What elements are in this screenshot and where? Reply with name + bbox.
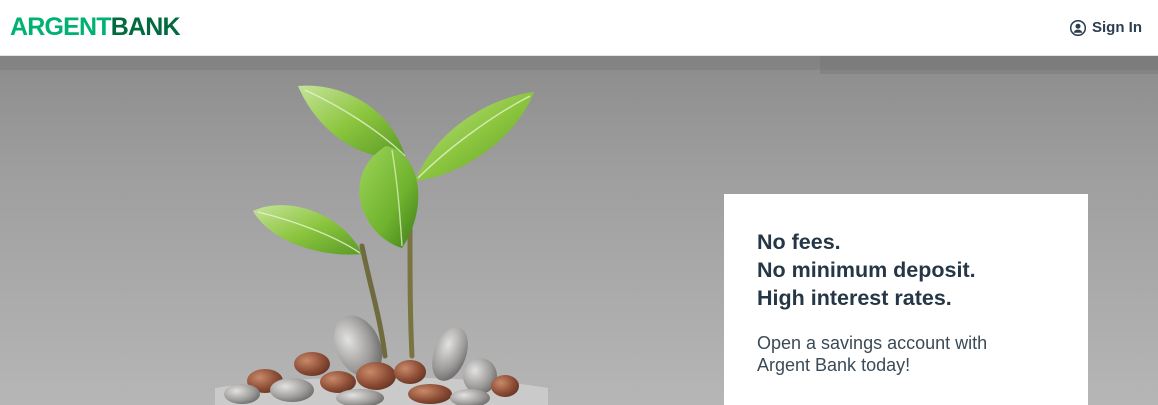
hero-banner: No fees. No minimum deposit. High intere… (0, 56, 1158, 405)
sign-in-link[interactable]: Sign In (1070, 19, 1142, 36)
argent-bank-logo[interactable]: ARGENT BANK (10, 13, 181, 41)
logo-text-bank: BANK (110, 13, 181, 41)
user-circle-icon (1070, 19, 1086, 36)
savings-promo-card: No fees. No minimum deposit. High intere… (724, 194, 1088, 405)
headline-line-no-minimum-deposit: No minimum deposit. (757, 258, 976, 282)
headline-line-no-fees: No fees. (757, 230, 841, 254)
sign-in-label: Sign In (1092, 19, 1142, 36)
promo-subtext: Open a savings account with Argent Bank … (757, 333, 988, 375)
top-navigation: ARGENT BANK Sign In (0, 0, 1158, 56)
promo-headline: No fees. No minimum deposit. High intere… (757, 228, 1056, 312)
logo-text-argent: ARGENT (10, 13, 112, 41)
headline-line-high-interest: High interest rates. (757, 286, 952, 310)
